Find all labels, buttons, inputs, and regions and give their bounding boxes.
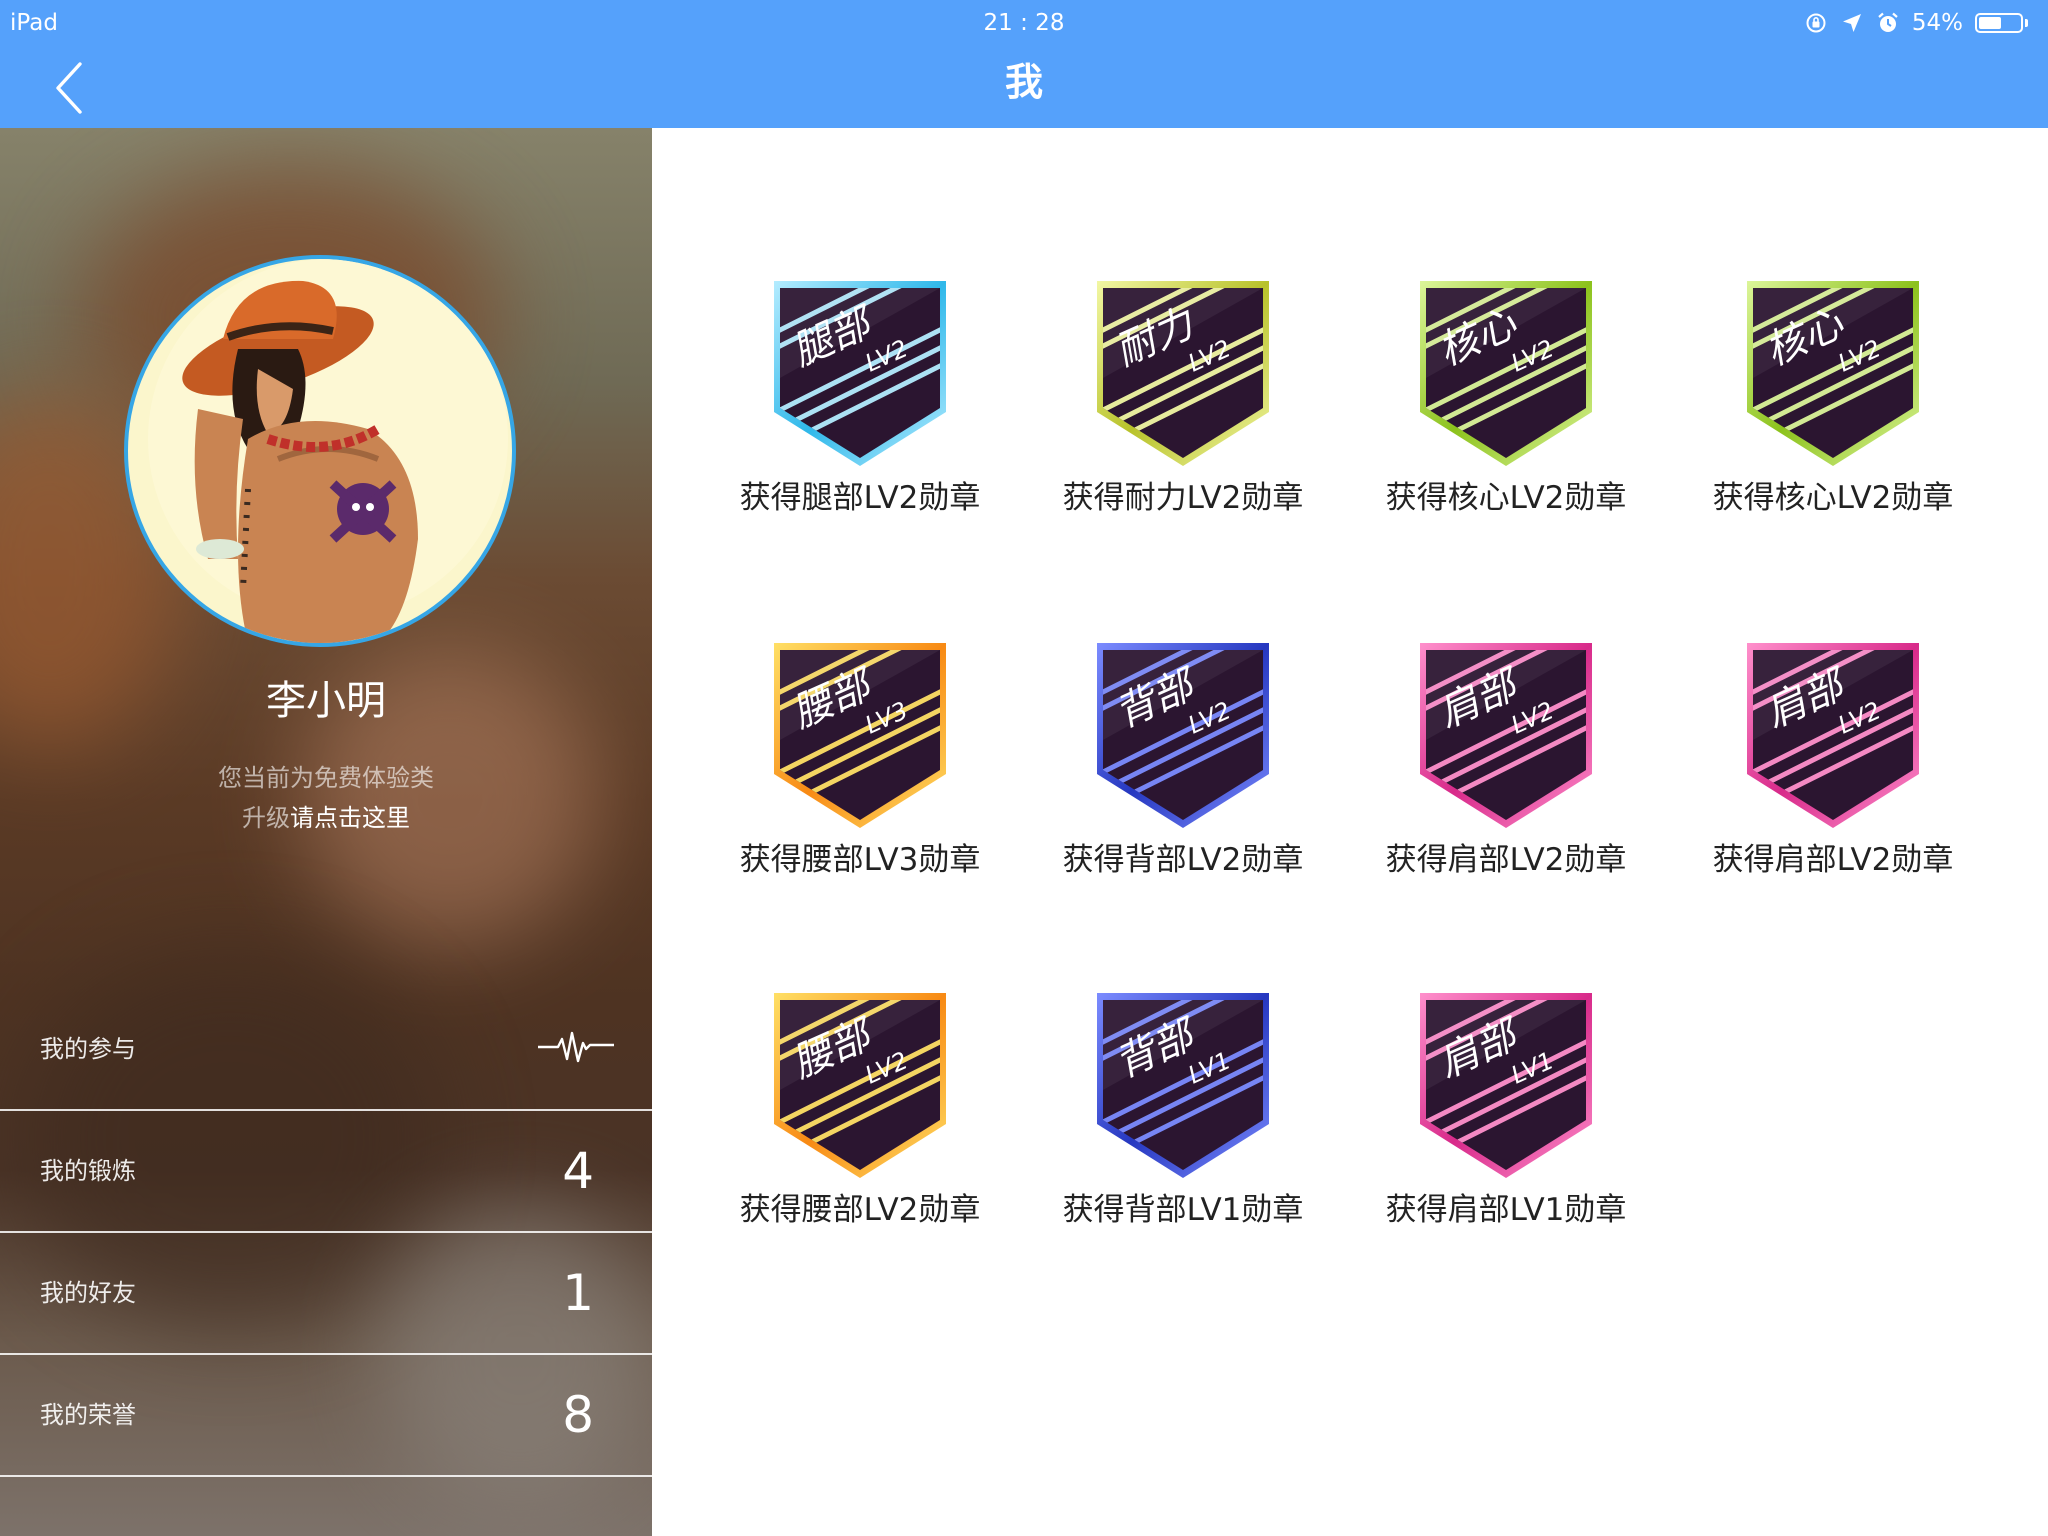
alarm-icon: [1878, 12, 1898, 32]
badge-label: 获得背部LV1勋章: [1062, 1192, 1304, 1228]
badge-shield-icon: 肩部LV2: [1747, 643, 1919, 828]
badge-shield-icon: 肩部LV1: [1420, 993, 1592, 1178]
badge-item[interactable]: 腰部 LV2 获得腰部LV2勋章: [720, 990, 1000, 1290]
navigation-bar: iPad 21 : 28 54% 我: [0, 0, 2048, 128]
badge-item[interactable]: 肩部 LV1 获得肩部LV1勋章: [1366, 990, 1646, 1290]
badge-shield-icon: 背部LV1: [1097, 993, 1269, 1178]
membership-note: 您当前为免费体验类: [218, 764, 434, 792]
menu-label: 我的锻炼: [40, 1157, 136, 1185]
menu-row-friends[interactable]: 我的好友 1: [0, 1233, 652, 1355]
battery-icon: [1975, 13, 2028, 33]
badge-item[interactable]: 腰部 LV3 获得腰部LV3勋章: [720, 640, 1000, 940]
badge-label: 获得核心LV2勋章: [1385, 480, 1627, 516]
menu-label: 我的荣誉: [40, 1401, 136, 1429]
badge-item[interactable]: 肩部 LV2 获得肩部LV2勋章: [1366, 640, 1646, 940]
orientation-lock-icon: [1806, 13, 1826, 33]
badge-item[interactable]: 肩部 LV2 获得肩部LV2勋章: [1693, 640, 1973, 940]
badge-label: 获得腿部LV2勋章: [739, 480, 981, 516]
upgrade-prefix: 升级: [242, 804, 290, 832]
badge-shield-icon: 背部LV2: [1097, 643, 1269, 828]
profile-panel: 李小明 您当前为免费体验类 升级请点击这里 我的参与 我的锻炼 4 我的好友 1…: [0, 128, 652, 1536]
badge-item[interactable]: 耐力 LV2 获得耐力LV2勋章: [1043, 278, 1323, 578]
badge-label: 获得肩部LV1勋章: [1385, 1192, 1627, 1228]
badge-item[interactable]: 核心 LV2 获得核心LV2勋章: [1693, 278, 1973, 578]
menu-label: 我的好友: [40, 1279, 136, 1307]
badge-label: 获得耐力LV2勋章: [1062, 480, 1304, 516]
location-arrow-icon: [1842, 14, 1861, 32]
badge-label: 获得腰部LV2勋章: [739, 1192, 981, 1228]
badge-label: 获得肩部LV2勋章: [1385, 842, 1627, 878]
badge-shield-icon: 腰部LV2: [774, 993, 946, 1178]
avatar-illustration: [148, 259, 508, 643]
badge-item[interactable]: 腿部 LV2 获得腿部LV2勋章: [720, 278, 1000, 578]
menu-row-participation[interactable]: 我的参与: [0, 989, 652, 1111]
menu-value: 1: [562, 1264, 594, 1322]
badge-label: 获得背部LV2勋章: [1062, 842, 1304, 878]
badge-shield-icon: 耐力LV2: [1097, 281, 1269, 466]
badge-shield-icon: 核心LV2: [1420, 281, 1592, 466]
badge-shield-icon: 腿部LV2: [774, 281, 946, 466]
menu-row-workouts[interactable]: 我的锻炼 4: [0, 1111, 652, 1233]
user-name: 李小明: [266, 678, 386, 724]
badge-item[interactable]: 核心 LV2 获得核心LV2勋章: [1366, 278, 1646, 578]
menu-value: 4: [562, 1142, 594, 1200]
menu-value: 8: [562, 1386, 594, 1444]
avatar[interactable]: [124, 255, 516, 647]
badge-shield-icon: 核心LV2: [1747, 281, 1919, 466]
badge-label: 获得肩部LV2勋章: [1712, 842, 1954, 878]
battery-percent: 54%: [1911, 10, 1963, 36]
badge-item[interactable]: 背部 LV2 获得背部LV2勋章: [1043, 640, 1323, 940]
badge-shield-icon: 腰部LV3: [774, 643, 946, 828]
upgrade-prompt: 升级请点击这里: [0, 800, 652, 836]
badge-label: 获得核心LV2勋章: [1712, 480, 1954, 516]
badge-item[interactable]: 背部 LV1 获得背部LV1勋章: [1043, 990, 1323, 1290]
badge-shield-icon: 肩部LV2: [1420, 643, 1592, 828]
page-title: 我: [1004, 60, 1043, 104]
heartbeat-pulse-icon: [538, 1031, 614, 1063]
status-time: 21 : 28: [983, 10, 1065, 36]
menu-row-honors[interactable]: 我的荣誉 8: [0, 1355, 652, 1477]
status-bar-right: 54%: [1804, 6, 2028, 40]
menu-label: 我的参与: [40, 1035, 136, 1063]
badge-label: 获得腰部LV3勋章: [739, 842, 981, 878]
upgrade-link[interactable]: 请点击这里: [290, 804, 410, 832]
